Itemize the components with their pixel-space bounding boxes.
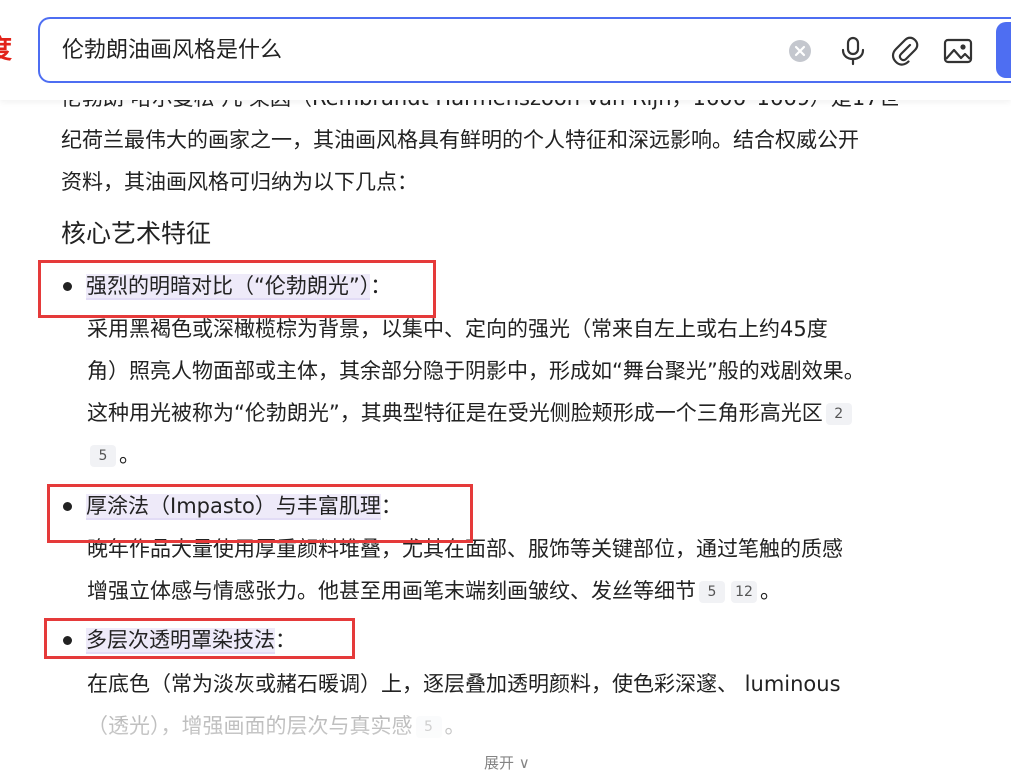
microphone-icon[interactable] <box>838 35 868 67</box>
expand-label: 展开 <box>484 754 515 772</box>
highlighted-term[interactable]: 强烈的明暗对比（“伦勃朗光”） <box>86 274 371 300</box>
colon: ： <box>275 628 296 652</box>
highlighted-term[interactable]: 多层次透明罩染技法 <box>86 628 275 654</box>
period: 。 <box>119 443 140 467</box>
colon: ： <box>380 494 402 518</box>
search-input[interactable] <box>62 33 742 69</box>
answer-content: 伦勃朗·哈尔曼松·凡·莱因（Rembrandt Harmenszoon van … <box>0 0 1011 772</box>
body-line: 这种用光被称为“伦勃朗光”，其典型特征是在受光侧脸颊形成一个三角形高光区 <box>87 401 823 425</box>
bullet-dot <box>63 636 72 645</box>
body-line: 增强立体感与情感张力。他甚至用画笔末端刻画皱纹、发丝等细节 <box>87 579 696 603</box>
citation-badge[interactable]: 12 <box>731 581 757 603</box>
period: 。 <box>760 579 781 603</box>
clear-icon[interactable] <box>788 39 812 63</box>
search-button[interactable] <box>996 22 1011 78</box>
logo[interactable]: 度 <box>0 30 14 70</box>
body-line: 角）照亮人物面部或主体，其余部分隐于阴影中，形成如“舞台聚光”般的戏剧效果。 <box>87 359 865 383</box>
body-line: 采用黑褐色或深橄榄棕为背景，以集中、定向的强光（常来自左上或右上约45度 <box>87 317 828 341</box>
search-header: 度 <box>0 0 1011 100</box>
image-search-icon[interactable] <box>942 35 974 67</box>
intro-line: 纪荷兰最伟大的画家之一，其油画风格具有鲜明的个人特征和深远影响。结合权威公开 <box>61 128 859 152</box>
citation-badge[interactable]: 5 <box>415 716 442 738</box>
paperclip-icon[interactable] <box>890 35 920 67</box>
bullet-dot <box>63 502 72 511</box>
expand-button[interactable]: 展开 ∨ <box>484 752 530 773</box>
intro-line: 资料，其油画风格可归纳为以下几点： <box>61 170 418 194</box>
highlighted-term[interactable]: 厚涂法（Impasto）与丰富肌理 <box>86 494 381 520</box>
section-heading: 核心艺术特征 <box>61 219 212 248</box>
logo-char: 度 <box>0 35 12 65</box>
bullet-dot <box>63 282 72 291</box>
body-line: 在底色（常为淡灰或赭石暖调）上，逐层叠加透明颜料，使色彩深邃、 luminous <box>87 672 841 696</box>
citation-badge[interactable]: 5 <box>699 581 725 603</box>
citation-badge[interactable]: 2 <box>825 403 852 425</box>
colon: ： <box>370 274 392 298</box>
search-box <box>38 17 1011 83</box>
body-line: 晚年作品大量使用厚重颜料堆叠，尤其在面部、服饰等关键部位，通过笔触的质感 <box>87 537 843 561</box>
citation-badge[interactable]: 5 <box>90 445 116 467</box>
list-item-body: 在底色（常为淡灰或赭石暖调）上，逐层叠加透明颜料，使色彩深邃、 luminous… <box>87 663 987 747</box>
list-item-body: 采用黑褐色或深橄榄棕为背景，以集中、定向的强光（常来自左上或右上约45度 角）照… <box>87 308 987 476</box>
chevron-down-icon: ∨ <box>518 754 530 772</box>
period: 。 <box>444 714 466 738</box>
list-item-body: 晚年作品大量使用厚重颜料堆叠，尤其在面部、服饰等关键部位，通过笔触的质感 增强立… <box>87 528 987 612</box>
body-line: （透光），增强画面的层次与真实感 <box>87 714 413 738</box>
